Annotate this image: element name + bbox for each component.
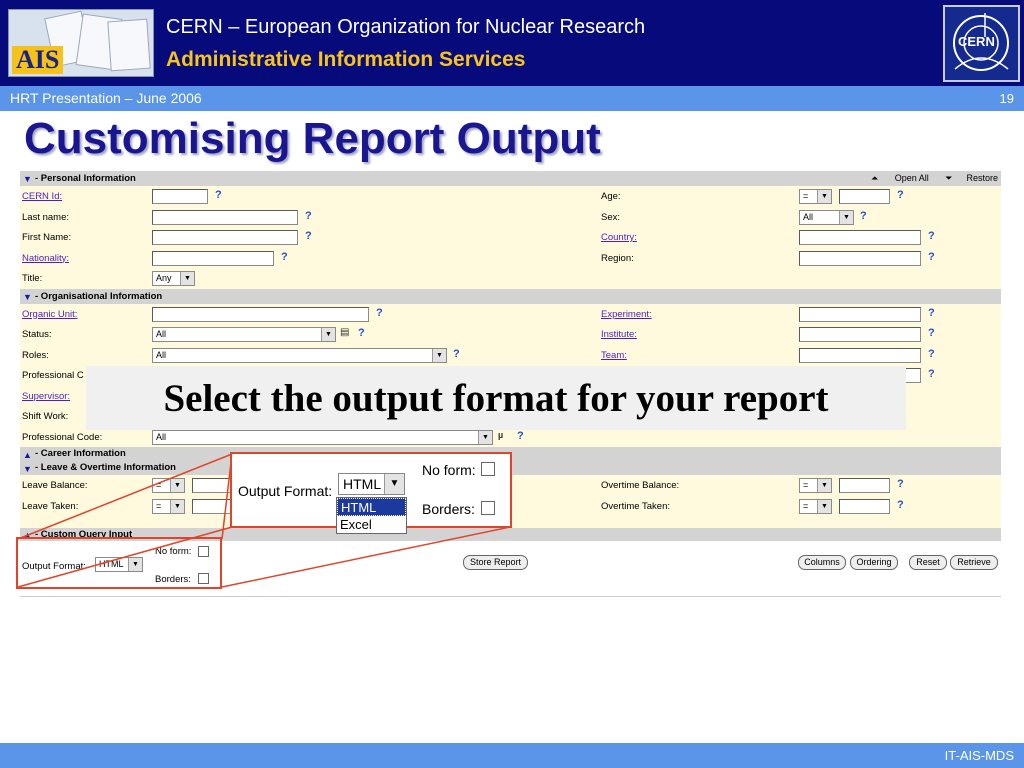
zoom-no-form-label: No form: — [422, 462, 476, 478]
zoom-output-format-select[interactable]: HTML ▼ — [338, 473, 405, 495]
zoom-borders-checkbox[interactable] — [481, 501, 495, 515]
footer-department: IT-AIS-MDS — [944, 748, 1014, 763]
zoom-output-format-label: Output Format: — [238, 483, 333, 499]
zoom-no-form-checkbox[interactable] — [481, 462, 495, 476]
option-excel[interactable]: Excel — [337, 516, 406, 533]
footer-bar: IT-AIS-MDS — [0, 743, 1024, 768]
custom-query-highlight — [16, 537, 222, 589]
zoom-borders-label: Borders: — [422, 501, 475, 517]
zoom-format-options[interactable]: HTML Excel — [336, 497, 407, 534]
output-format-zoom: Output Format: HTML ▼ HTML Excel No form… — [230, 452, 512, 534]
chevron-down-icon[interactable]: ▼ — [384, 474, 404, 494]
callout-text: Select the output format for your report — [86, 366, 906, 430]
option-html[interactable]: HTML — [337, 498, 406, 516]
